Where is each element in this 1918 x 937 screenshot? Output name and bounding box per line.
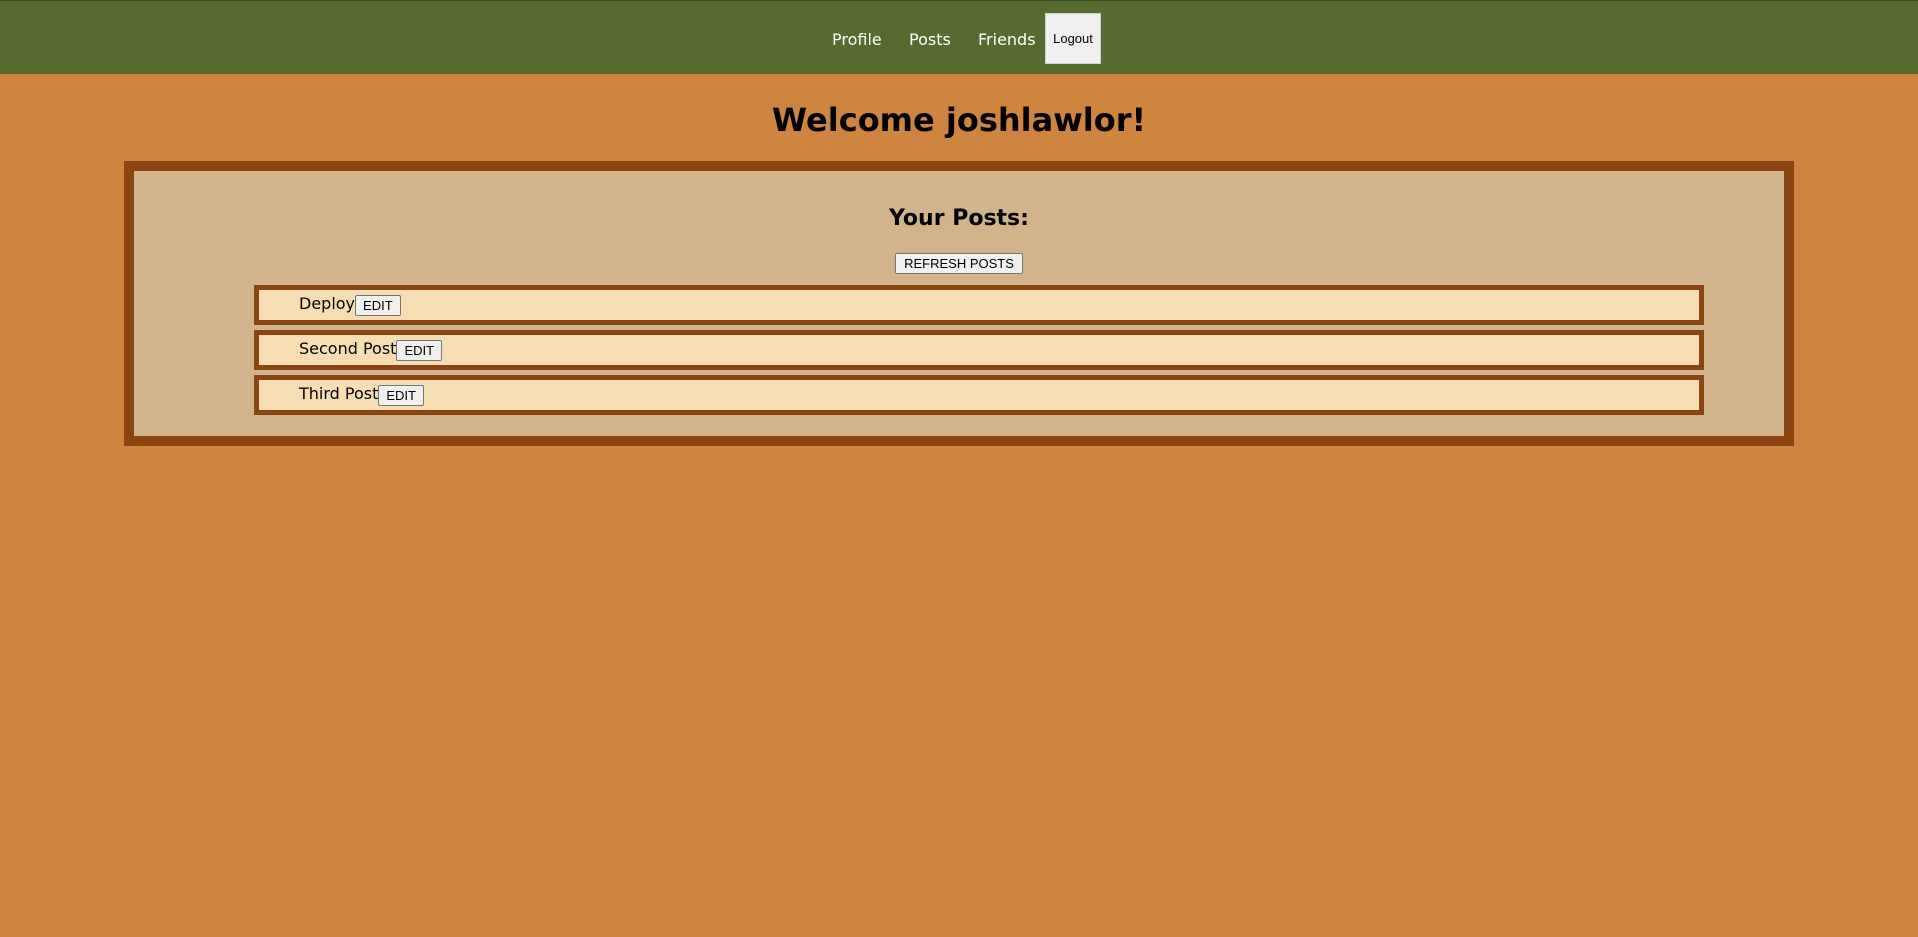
posts-panel: Your Posts: REFRESH POSTS Deploy EDIT Sec… [124,161,1794,446]
posts-heading: Your Posts: [889,206,1029,231]
welcome-heading: Welcome joshlawlor! [771,101,1147,139]
edit-post-button[interactable]: EDIT [378,385,424,406]
post-item: Deploy EDIT [254,285,1704,325]
edit-post-button[interactable]: EDIT [396,340,443,361]
post-item: Second Post EDIT [254,330,1704,370]
post-list: Deploy EDIT Second Post EDIT Third Post EDI… [254,285,1704,420]
post-title-row: Second Post EDIT [299,339,443,361]
main-nav: Profile Posts Friends Logout [0,1,1918,75]
post-title: Third Post [299,384,379,403]
post-title: Deploy [299,294,356,313]
edit-post-button[interactable]: EDIT [355,295,401,316]
top-navbar: Profile Posts Friends Logout [0,0,1918,74]
post-title-row: Third Post EDIT [299,384,424,406]
refresh-posts-button[interactable]: REFRESH POSTS [895,253,1023,274]
post-item: Third Post EDIT [254,375,1704,415]
nav-link-friends[interactable]: Friends [978,30,1036,50]
post-title-row: Deploy EDIT [299,294,401,316]
post-title: Second Post [299,339,397,358]
nav-link-profile[interactable]: Profile [832,30,882,50]
logout-button[interactable]: Logout [1045,13,1101,64]
nav-link-posts[interactable]: Posts [909,30,951,50]
